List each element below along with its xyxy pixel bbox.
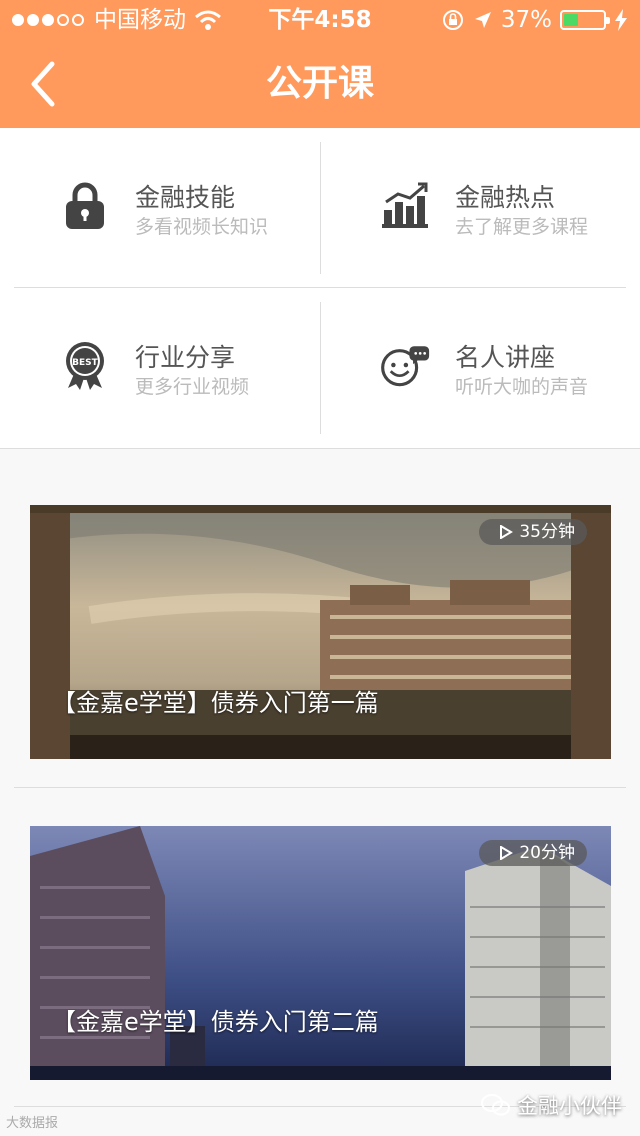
category-subtitle: 多看视频长知识 [135,216,269,238]
category-subtitle: 更多行业视频 [135,376,250,398]
category-finance-hotspots[interactable]: 金融热点 去了解更多课程 [320,128,640,288]
category-grid: 金融技能 多看视频长知识 金融热点 去了解更多课程 BEST 行业分享 更多行业… [0,128,640,448]
course-card[interactable]: 20分钟 【金嘉e学堂】债券入门第二篇 [30,826,611,1080]
badge-text: BEST [72,358,98,368]
wechat-icon [481,1094,510,1116]
battery-icon [560,10,610,30]
course-title: 【金嘉e学堂】债券入门第二篇 [52,1008,379,1036]
duration-badge: 35分钟 [479,519,587,545]
course-title: 【金嘉e学堂】债券入门第一篇 [52,689,379,717]
course-card[interactable]: 35分钟 【金嘉e学堂】债券入门第一篇 [30,505,611,759]
duration-badge: 20分钟 [479,840,587,866]
watermark-right: 金融小伙伴 [481,1090,622,1120]
app-header: 中国移动 下午4:58 37% 公开课 [0,0,640,128]
watermark-text: 金融小伙伴 [517,1094,622,1118]
category-subtitle: 听听大咖的声音 [455,376,589,398]
duration-text: 20分钟 [519,843,575,863]
grid-divider [320,302,321,434]
category-finance-skills[interactable]: 金融技能 多看视频长知识 [0,128,320,288]
location-arrow-icon [474,12,491,28]
category-industry-sharing[interactable]: BEST 行业分享 更多行业视频 [0,288,320,448]
watermark-left: 大数据报 [6,1116,59,1131]
grid-divider [14,287,626,288]
battery-percent: 37% [500,7,552,33]
lock-icon [66,182,104,229]
page-title: 公开课 [265,63,374,104]
divider [0,448,640,449]
category-subtitle: 去了解更多课程 [455,216,589,238]
category-title: 金融热点 [455,183,556,212]
best-badge-icon: BEST [66,342,104,390]
rotation-lock-icon [442,10,463,30]
duration-text: 35分钟 [519,522,575,542]
category-title: 金融技能 [135,183,236,212]
grid-divider [320,142,321,274]
category-celebrity-lectures[interactable]: 名人讲座 听听大咖的声音 [320,288,640,448]
bar-chart-icon [382,182,428,228]
smiley-chat-icon [381,346,430,387]
status-bar: 中国移动 下午4:58 37% [0,0,640,40]
charging-bolt-icon [615,9,627,31]
category-title: 名人讲座 [455,343,556,372]
category-title: 行业分享 [135,343,236,372]
divider [14,787,626,788]
